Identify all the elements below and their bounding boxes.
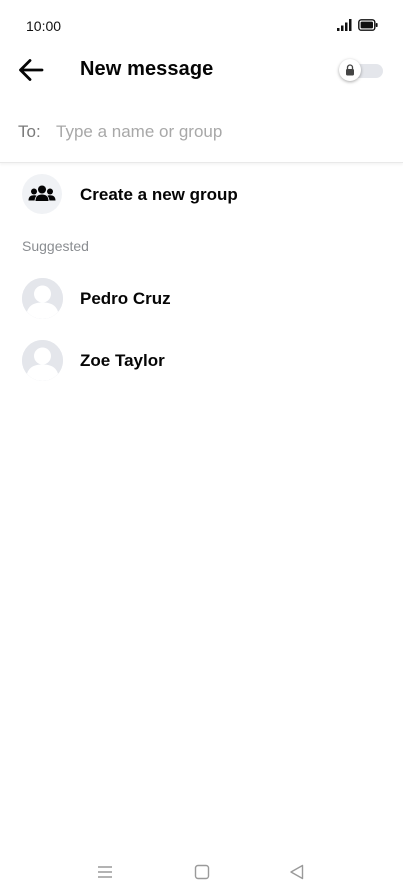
battery-icon [358, 19, 378, 31]
create-group-button[interactable]: Create a new group [0, 172, 403, 218]
lock-icon [346, 64, 354, 76]
menu-icon[interactable] [96, 863, 114, 881]
toggle-knob [339, 59, 361, 81]
arrow-left-icon [19, 59, 44, 81]
contact-name: Zoe Taylor [80, 351, 165, 370]
status-bar: 10:00 [0, 0, 403, 52]
to-label: To: [18, 122, 41, 141]
group-people-icon [28, 185, 56, 201]
contact-row[interactable]: Zoe Taylor [0, 338, 403, 388]
back-triangle-icon[interactable] [288, 863, 306, 881]
default-avatar-icon [22, 340, 63, 381]
signal-icon [337, 19, 352, 31]
recipient-search-input[interactable] [56, 118, 376, 146]
contact-row[interactable]: Pedro Cruz [0, 276, 403, 326]
header: New message [0, 52, 403, 88]
page-title: New message [80, 58, 214, 80]
system-navigation-bar [0, 852, 403, 896]
avatar [22, 340, 63, 381]
secret-conversation-toggle[interactable] [339, 59, 383, 81]
status-time: 10:00 [26, 18, 62, 34]
contact-name: Pedro Cruz [80, 289, 171, 308]
home-square-icon[interactable] [193, 863, 211, 881]
group-icon-circle [22, 174, 62, 214]
back-button[interactable] [16, 55, 46, 85]
recipient-row: To: [0, 108, 403, 163]
create-group-label: Create a new group [80, 185, 238, 204]
avatar [22, 278, 63, 319]
default-avatar-icon [22, 278, 63, 319]
suggested-heading: Suggested [22, 238, 89, 254]
